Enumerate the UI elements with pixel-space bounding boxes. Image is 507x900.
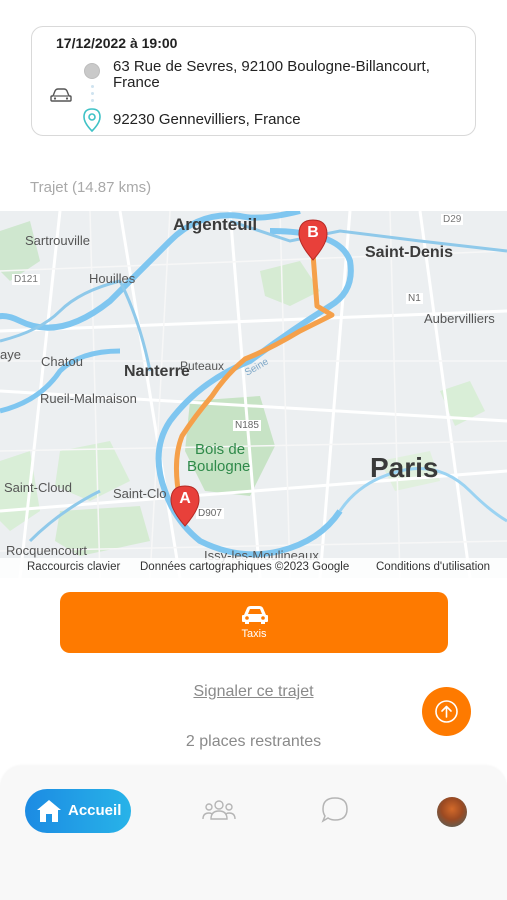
map-label-chatou: Chatou (41, 354, 83, 369)
map-label-paris: Paris (370, 452, 439, 483)
map-label-n185: N185 (233, 420, 261, 431)
map-label-rueil-malmaison: Rueil-Malmaison (40, 391, 137, 406)
taxi-button[interactable]: Taxis (60, 592, 448, 653)
users-icon[interactable] (202, 797, 236, 823)
destination-pin-icon (83, 108, 101, 132)
map-label-saint-clo: Saint-Clo (113, 486, 167, 501)
map-label-d121: D121 (12, 274, 40, 285)
trip-datetime: 17/12/2022 à 19:00 (56, 35, 178, 51)
map-label-aubervilliers: Aubervilliers (424, 311, 495, 326)
origin-address: 63 Rue de Sevres, 92100 Boulogne-Billanc… (113, 58, 430, 91)
chat-icon[interactable] (321, 796, 349, 824)
trip-card: 17/12/2022 à 19:00 63 Rue de Sevres, 921… (31, 26, 476, 136)
origin-dot-icon (84, 63, 100, 79)
map-label-d29: D29 (441, 214, 464, 225)
map-keyboard-shortcuts-link[interactable]: Raccourcis clavier (27, 561, 120, 573)
scroll-to-top-button[interactable] (422, 687, 471, 736)
taxi-button-label: Taxis (241, 628, 267, 640)
map-label-saint-denis: Saint-Denis (365, 244, 454, 261)
car-icon (50, 88, 72, 102)
map-label-puteaux: Puteaux (180, 359, 225, 373)
map-label-boulogne: Boulogne (187, 458, 251, 475)
map-label-argenteuil: Argenteuil (173, 215, 258, 234)
profile-avatar[interactable] (437, 797, 467, 827)
trip-distance-label: Trajet (14.87 kms) (30, 179, 152, 196)
map-label-aye: aye (0, 347, 21, 362)
map-footer: Raccourcis clavier Données cartographiqu… (0, 558, 507, 578)
marker-a[interactable]: A (170, 485, 200, 527)
nav-home-tab[interactable]: Accueil (25, 789, 131, 833)
map-label-saint-cloud: Saint-Cloud (4, 480, 72, 495)
map-label-houilles: Houilles (89, 271, 136, 286)
bottom-navigation: Accueil (0, 766, 507, 900)
marker-b-label: B (307, 224, 319, 241)
arrow-up-circle-icon (435, 700, 458, 723)
route-map[interactable]: Argenteuil Sartrouville Houilles D121 Sa… (0, 211, 507, 578)
route-connector (91, 85, 94, 103)
marker-a-label: A (179, 490, 191, 507)
map-label-n1: N1 (406, 293, 423, 304)
home-icon (37, 800, 61, 822)
nav-home-label: Accueil (68, 802, 122, 819)
marker-b[interactable]: B (298, 219, 328, 261)
map-label-d907: D907 (196, 508, 224, 519)
map-label-bois-de: Bois de (195, 441, 246, 458)
map-label-rocquencourt: Rocquencourt (6, 543, 87, 558)
map-data-attribution: Données cartographiques ©2023 Google (140, 561, 350, 573)
map-terms-link[interactable]: Conditions d'utilisation (376, 561, 490, 573)
destination-address: 92230 Gennevilliers, France (113, 111, 301, 128)
map-label-sartrouville: Sartrouville (25, 233, 91, 248)
car-icon (242, 606, 268, 624)
remaining-places-text: 2 places restrantes (185, 733, 322, 750)
